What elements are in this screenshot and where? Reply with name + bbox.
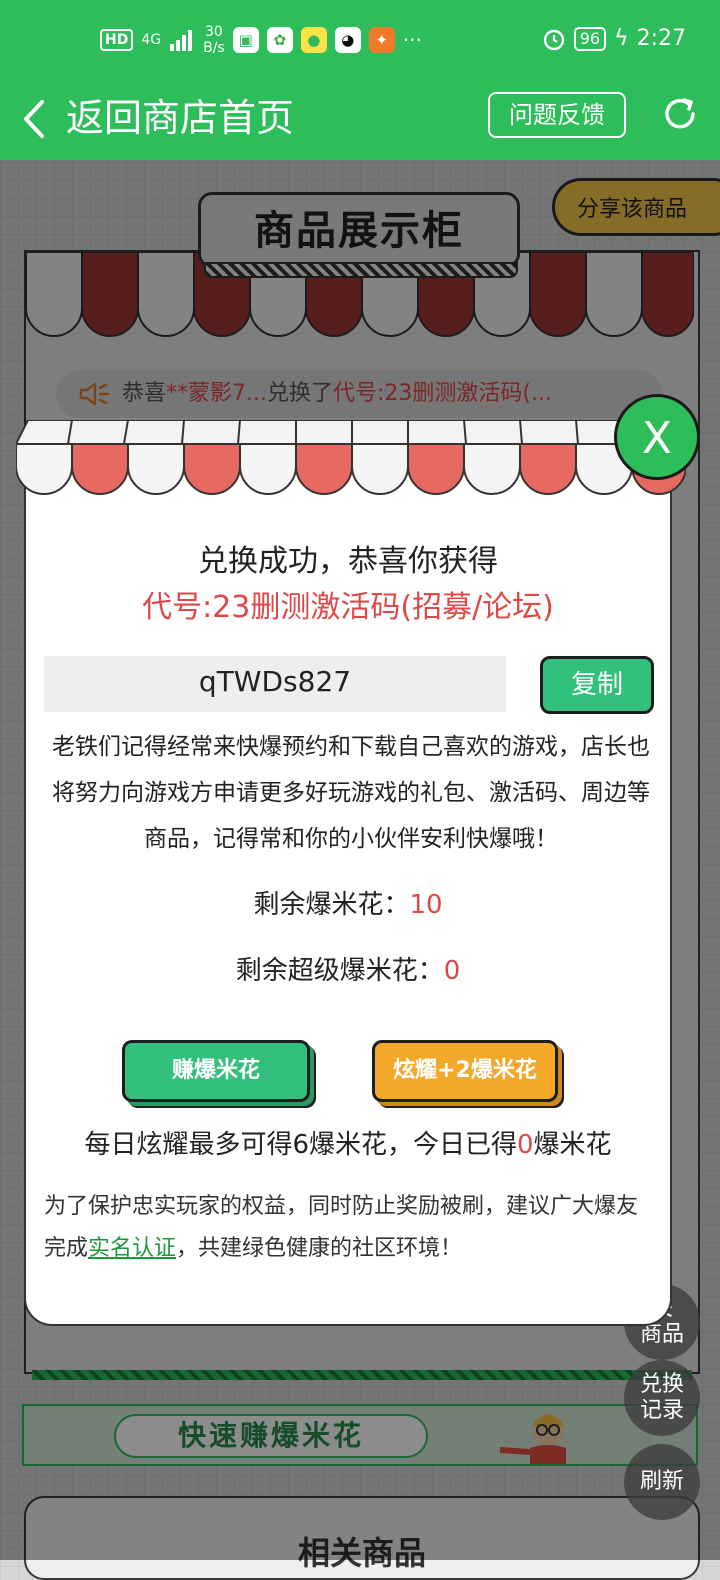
earn-popcorn-button[interactable]: 赚爆米花 [122,1040,310,1102]
signal-label: 4G [141,32,162,48]
show-off-button[interactable]: 炫耀+2爆米花 [372,1040,558,1102]
dialog-description: 老铁们记得经常来快爆预约和下载自己喜欢的游戏，店长也将努力向游戏方申请更多好玩游… [52,734,650,852]
feedback-button[interactable]: 问题反馈 [488,92,626,138]
daily-suffix: 爆米花 [533,1130,612,1160]
app-notify-icon: ✿ [266,27,293,53]
copy-button[interactable]: 复制 [540,656,654,714]
status-bar: HD 4G 30 B/s ▣ ✿ ● ◕ ✦ ··· 96 ϟ 2:27 [0,0,720,80]
alarm-icon [543,29,564,50]
history-label-1: 兑换 [639,1372,684,1397]
net-speed: 30 B/s [203,24,225,56]
dialog-title: 兑换成功，恭喜你获得 [198,544,498,579]
back-arrow-icon[interactable] [20,94,50,144]
prize-name: 代号:23删测激活码(招募/论坛) [142,590,554,625]
remaining-popcorn-label: 剩余爆米花： [253,890,410,920]
refresh-icon[interactable] [660,94,700,134]
more-icon: ··· [402,28,422,52]
daily-prefix: 每日炫耀最多可得6爆米花，今日已得 [84,1130,517,1160]
dialog-awning [16,420,686,495]
app-notify-icon: ▣ [232,27,259,53]
qq-icon: ◕ [334,27,361,53]
history-label-2: 记录 [639,1398,684,1423]
activation-code[interactable]: qTWDs827 [44,656,506,712]
charging-icon: ϟ [614,26,629,51]
remaining-popcorn: 剩余爆米花：10 [26,884,670,921]
speed-value: 30 [205,24,223,40]
signal-icon [170,30,193,51]
remaining-super-popcorn: 剩余超级爆米花：0 [26,950,670,987]
app-notify-icon: ● [300,27,327,53]
remaining-super-value: 0 [443,956,461,986]
app-notify-icon: ✦ [368,27,395,53]
daily-show-off-info: 每日炫耀最多可得6爆米花，今日已得0爆米花 [26,1124,670,1161]
status-right: 96 ϟ 2:27 [542,26,686,51]
refresh-label: 刷新 [639,1469,684,1494]
refresh-float-button[interactable]: 刷新 [624,1444,700,1520]
status-left: HD 4G 30 B/s ▣ ✿ ● ◕ ✦ ··· [100,24,422,56]
remaining-popcorn-value: 10 [409,890,443,920]
real-name-verify-link[interactable]: 实名认证 [88,1236,176,1261]
back-to-store-link[interactable]: 返回商店首页 [66,92,294,144]
hd-badge: HD [100,29,134,51]
top-nav: 返回商店首页 问题反馈 [0,80,720,160]
notice-suffix: ，共建绿色健康的社区环境！ [176,1236,463,1261]
clock: 2:27 [636,26,686,51]
daily-value: 0 [516,1130,534,1160]
verification-notice: 为了保护忠实玩家的权益，同时防止奖励被刷，建议广大爆友完成实名认证，共建绿色健康… [44,1186,656,1270]
close-dialog-button[interactable]: X [614,394,700,480]
exchange-history-button[interactable]: 兑换 记录 [624,1360,700,1436]
exchange-success-dialog: 兑换成功，恭喜你获得 代号:23删测激活码(招募/论坛) qTWDs827 复制… [24,470,672,1326]
remaining-super-label: 剩余超级爆米花： [235,956,444,986]
speed-unit: B/s [203,40,225,56]
battery-level: 96 [573,26,607,51]
